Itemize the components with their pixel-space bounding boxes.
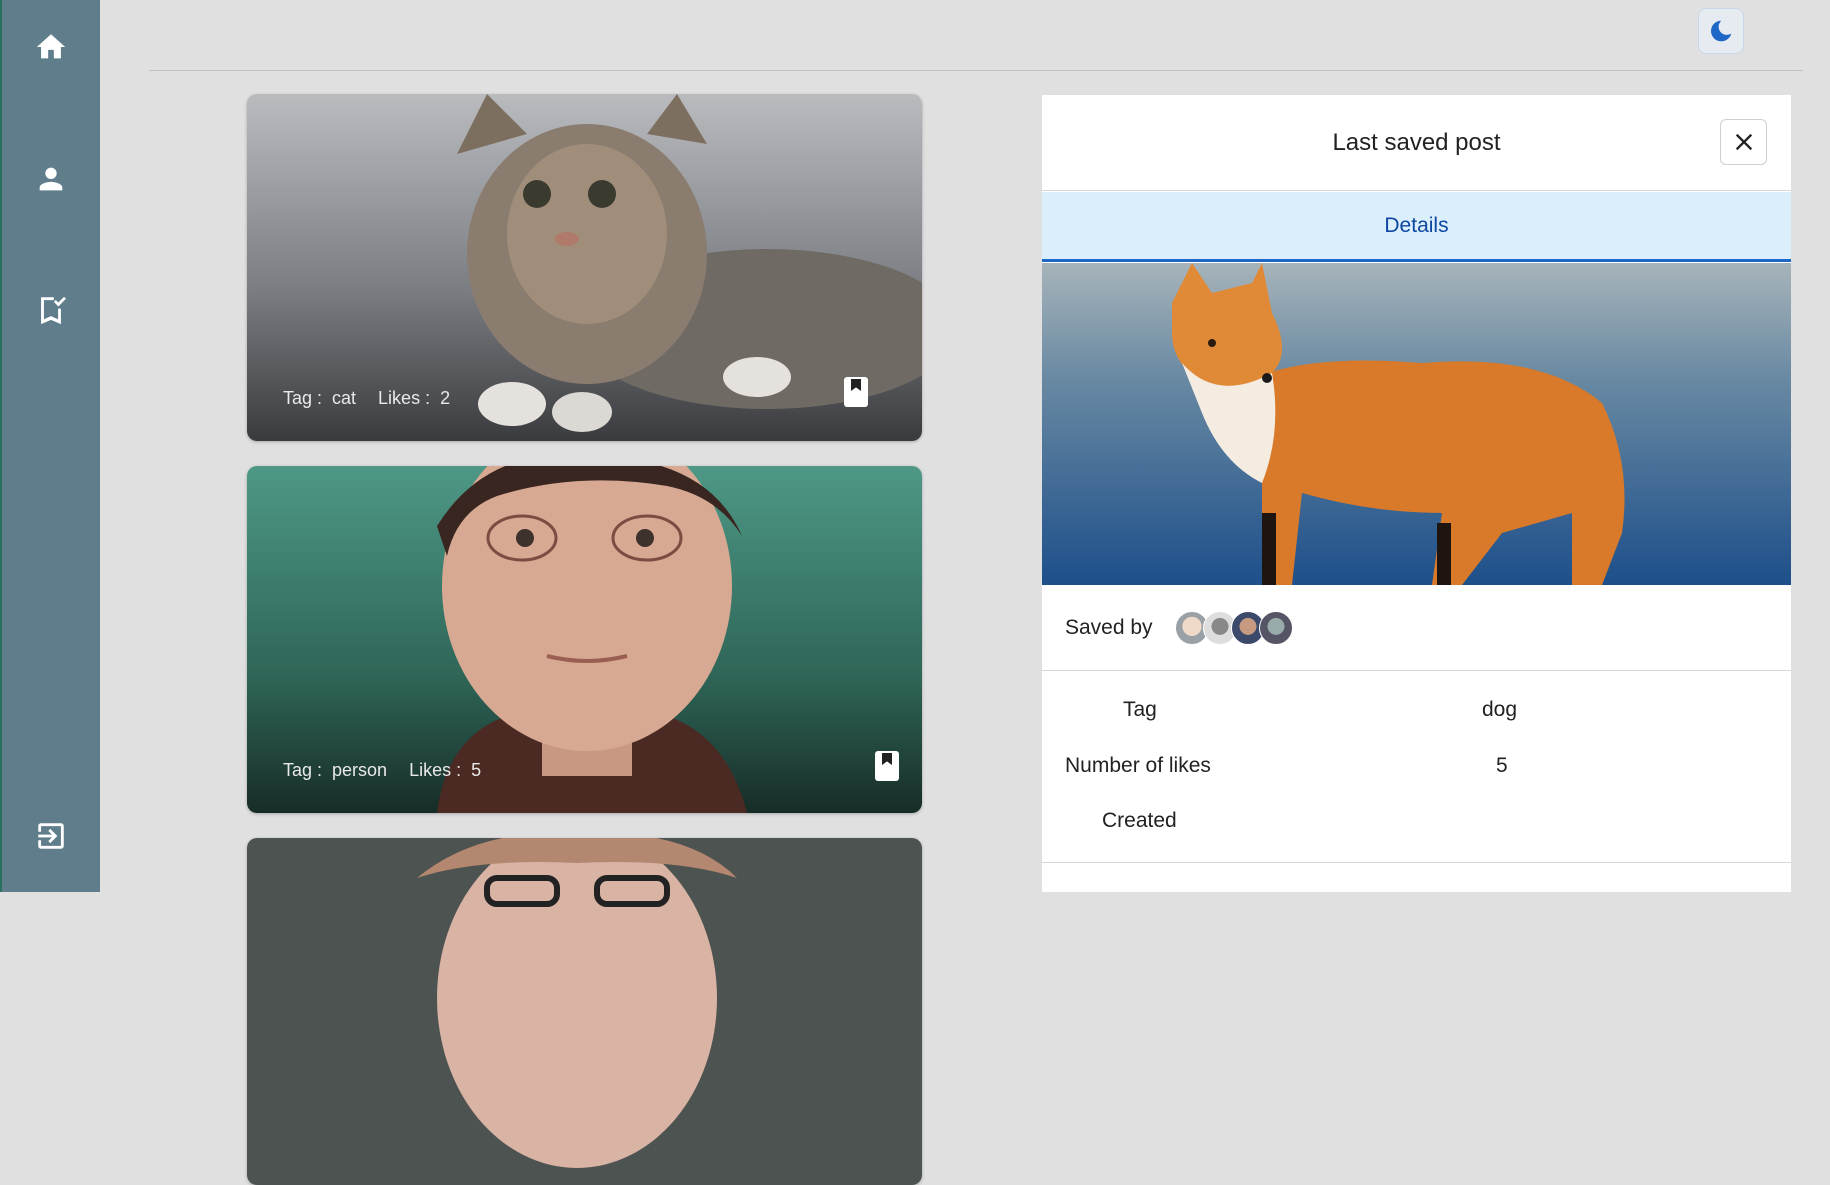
saved-by-row: Saved by: [1042, 585, 1791, 671]
detail-value: dog: [1482, 698, 1518, 721]
detail-key: Number of likes: [1065, 754, 1211, 777]
post-meta: Tag : cat Likes : 2: [283, 388, 460, 409]
person-icon: [39, 167, 63, 191]
tag-label: Tag :: [283, 760, 323, 780]
likes-value: 5: [471, 760, 482, 780]
tag-label: Tag :: [283, 388, 323, 408]
sidebar-item-profile[interactable]: [2, 144, 100, 214]
post-meta: Tag : person Likes : 5: [283, 760, 491, 781]
home-icon: [36, 34, 66, 59]
panel-divider: [1042, 862, 1791, 863]
bookmark-check-icon: [41, 296, 67, 325]
bookmark-icon[interactable]: [875, 751, 899, 781]
last-saved-post-panel: Last saved post Details Saved by Tag dog…: [1042, 95, 1791, 892]
post-card[interactable]: Tag : person Likes : 5: [247, 466, 922, 813]
likes-label: Likes :: [378, 388, 431, 408]
bookmark-icon[interactable]: [844, 377, 868, 407]
theme-toggle-button[interactable]: [1698, 8, 1744, 54]
sidebar-item-saved[interactable]: [2, 275, 100, 345]
likes-value: 2: [440, 388, 451, 408]
detail-key: Created: [1102, 809, 1177, 832]
post-image: [247, 838, 922, 1185]
panel-title: Last saved post: [1042, 95, 1791, 191]
post-card[interactable]: [247, 838, 922, 1185]
logout-button[interactable]: [2, 801, 100, 871]
close-icon: [1735, 133, 1752, 151]
avatar-group: [1174, 610, 1293, 645]
post-hero-image: [1042, 263, 1791, 585]
tag-value: person: [332, 760, 388, 780]
detail-key: Tag: [1123, 698, 1157, 721]
tab-details[interactable]: Details: [1042, 192, 1791, 262]
moon-icon: [1711, 20, 1732, 42]
likes-label: Likes :: [409, 760, 462, 780]
post-card[interactable]: Tag : cat Likes : 2: [247, 94, 922, 441]
sidebar: [0, 0, 100, 892]
detail-row-tag: Tag dog: [1042, 690, 1791, 730]
saved-by-label: Saved by: [1065, 615, 1153, 639]
sidebar-item-home[interactable]: [2, 12, 100, 82]
detail-row-likes: Number of likes 5: [1042, 746, 1791, 786]
logout-icon: [38, 823, 64, 849]
detail-value: 5: [1496, 754, 1508, 777]
header-divider: [149, 70, 1803, 71]
tag-value: cat: [332, 388, 357, 408]
avatar[interactable]: [1258, 610, 1293, 645]
close-button[interactable]: [1720, 119, 1767, 165]
detail-row-created: Created: [1042, 801, 1791, 841]
